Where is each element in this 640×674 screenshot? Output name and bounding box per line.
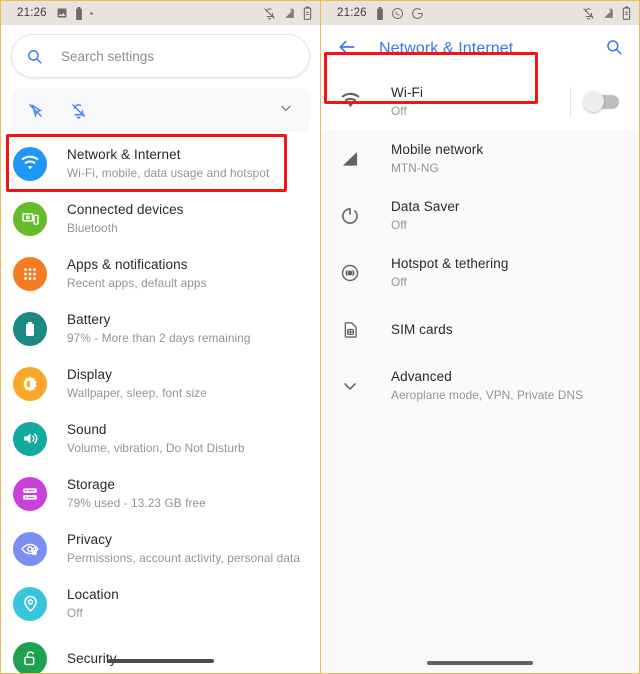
settings-row-security[interactable]: Security	[1, 631, 320, 673]
network-row-title: Mobile network	[391, 142, 484, 157]
settings-row-subtitle: Bluetooth	[67, 221, 118, 235]
settings-row-title: Battery	[67, 312, 111, 327]
left-status-bar: 21:26	[1, 1, 320, 25]
network-row-title: Advanced	[391, 369, 452, 384]
security-lock-icon	[13, 641, 47, 673]
network-row-subtitle: MTN-NG	[391, 161, 439, 175]
settings-row-sound[interactable]: Sound Volume, vibration, Do Not Disturb	[1, 411, 320, 466]
search-icon	[26, 48, 43, 65]
dot-icon	[89, 11, 93, 15]
settings-row-title: Connected devices	[67, 202, 184, 217]
network-row-subtitle: Off	[391, 275, 407, 289]
home-gesture-bar[interactable]	[107, 659, 214, 663]
whatsapp-icon	[391, 7, 404, 20]
image-icon	[56, 7, 68, 19]
notifications-off-icon[interactable]	[70, 102, 87, 119]
settings-row-title: Sound	[67, 422, 107, 437]
signal-icon	[337, 149, 363, 169]
settings-row-title: Storage	[67, 477, 115, 492]
wifi-icon	[13, 146, 47, 181]
network-row-hotspot-tethering[interactable]: Hotspot & tethering Off	[321, 244, 639, 301]
battery-icon	[13, 311, 47, 346]
google-icon	[411, 7, 424, 20]
settings-row-subtitle: 79% used - 13.23 GB free	[67, 496, 206, 510]
settings-row-subtitle: Volume, vibration, Do Not Disturb	[67, 441, 245, 455]
settings-row-apps-notifications[interactable]: Apps & notifications Recent apps, defaul…	[1, 246, 320, 301]
chevron-down-icon[interactable]	[278, 100, 294, 121]
settings-row-subtitle: Permissions, account activity, personal …	[67, 551, 301, 565]
toggle-knob	[583, 90, 604, 112]
network-row-mobile-network[interactable]: Mobile network MTN-NG	[321, 130, 639, 187]
network-row-subtitle: Off	[391, 104, 407, 118]
settings-row-storage[interactable]: Storage 79% used - 13.23 GB free	[1, 466, 320, 521]
brightness-icon	[13, 366, 47, 401]
signal-icon	[602, 7, 615, 20]
settings-row-display[interactable]: Display Wallpaper, sleep, font size	[1, 356, 320, 411]
devices-icon	[13, 201, 47, 236]
search-input-placeholder[interactable]: Search settings	[61, 49, 154, 64]
network-row-title: SIM cards	[391, 321, 453, 337]
quick-settings-card[interactable]	[11, 88, 310, 132]
settings-row-subtitle: Off	[67, 606, 83, 620]
network-row-advanced[interactable]: Advanced Aeroplane mode, VPN, Private DN…	[321, 357, 639, 414]
row-divider	[570, 86, 571, 117]
wifi-toggle-switch[interactable]	[583, 90, 619, 112]
battery-status-icon	[622, 6, 631, 20]
location-off-icon[interactable]	[27, 102, 44, 119]
search-settings-bar[interactable]: Search settings	[11, 34, 310, 78]
volume-icon	[13, 421, 47, 456]
settings-row-title: Network & Internet	[67, 147, 181, 162]
battery-status-icon	[303, 6, 312, 20]
hotspot-icon	[337, 263, 363, 283]
network-settings-list: Wi-Fi Off Mobile network MTN-NG Data Sav…	[321, 73, 639, 414]
network-row-subtitle: Off	[391, 218, 407, 232]
home-gesture-bar[interactable]	[427, 661, 533, 665]
network-row-title: Data Saver	[391, 199, 460, 214]
chevron-down-icon	[337, 376, 363, 396]
page-title: Network & Internet	[379, 40, 514, 57]
network-row-wifi[interactable]: Wi-Fi Off	[321, 73, 639, 130]
settings-row-network-internet[interactable]: Network & Internet Wi-Fi, mobile, data u…	[1, 136, 320, 191]
settings-row-connected-devices[interactable]: Connected devices Bluetooth	[1, 191, 320, 246]
back-arrow-icon[interactable]	[337, 37, 357, 62]
storage-icon	[13, 476, 47, 511]
sim-card-icon	[337, 320, 363, 339]
data-saver-icon	[337, 206, 363, 226]
settings-list: Network & Internet Wi-Fi, mobile, data u…	[1, 132, 320, 673]
privacy-eye-icon	[13, 531, 47, 566]
network-row-subtitle: Aeroplane mode, VPN, Private DNS	[391, 388, 584, 402]
battery-icon	[376, 6, 384, 20]
network-row-data-saver[interactable]: Data Saver Off	[321, 187, 639, 244]
settings-row-title: Privacy	[67, 532, 112, 547]
right-status-bar: 21:26	[321, 1, 639, 25]
settings-row-title: Location	[67, 587, 119, 602]
settings-row-subtitle: Wallpaper, sleep, font size	[67, 386, 207, 400]
network-row-sim-cards[interactable]: SIM cards	[321, 301, 639, 357]
settings-row-subtitle: Recent apps, default apps	[67, 276, 207, 290]
dual-screenshot-container: 21:26 Search settings Network & Internet…	[0, 0, 640, 674]
battery-icon	[75, 6, 83, 20]
signal-icon	[283, 7, 296, 20]
settings-row-location[interactable]: Location Off	[1, 576, 320, 631]
app-bar: Network & Internet	[321, 25, 639, 73]
apps-grid-icon	[13, 256, 47, 291]
settings-row-battery[interactable]: Battery 97% - More than 2 days remaining	[1, 301, 320, 356]
wifi-icon	[337, 91, 363, 112]
settings-row-privacy[interactable]: Privacy Permissions, account activity, p…	[1, 521, 320, 576]
settings-row-title: Display	[67, 367, 112, 382]
network-row-title: Hotspot & tethering	[391, 256, 509, 271]
status-time: 21:26	[337, 7, 367, 19]
location-pin-icon	[13, 586, 47, 621]
settings-row-subtitle: Wi-Fi, mobile, data usage and hotspot	[67, 166, 270, 180]
notifications-off-icon	[263, 7, 276, 20]
status-time: 21:26	[17, 7, 47, 19]
search-icon[interactable]	[605, 38, 623, 61]
settings-row-subtitle: 97% - More than 2 days remaining	[67, 331, 251, 345]
left-phone-screen: 21:26 Search settings Network & Internet…	[0, 0, 320, 674]
right-phone-screen: 21:26 Network & Internet Wi-Fi Off Mobil…	[320, 0, 640, 674]
notifications-off-icon	[582, 7, 595, 20]
network-row-title: Wi-Fi	[391, 85, 423, 100]
settings-row-title: Apps & notifications	[67, 257, 188, 272]
